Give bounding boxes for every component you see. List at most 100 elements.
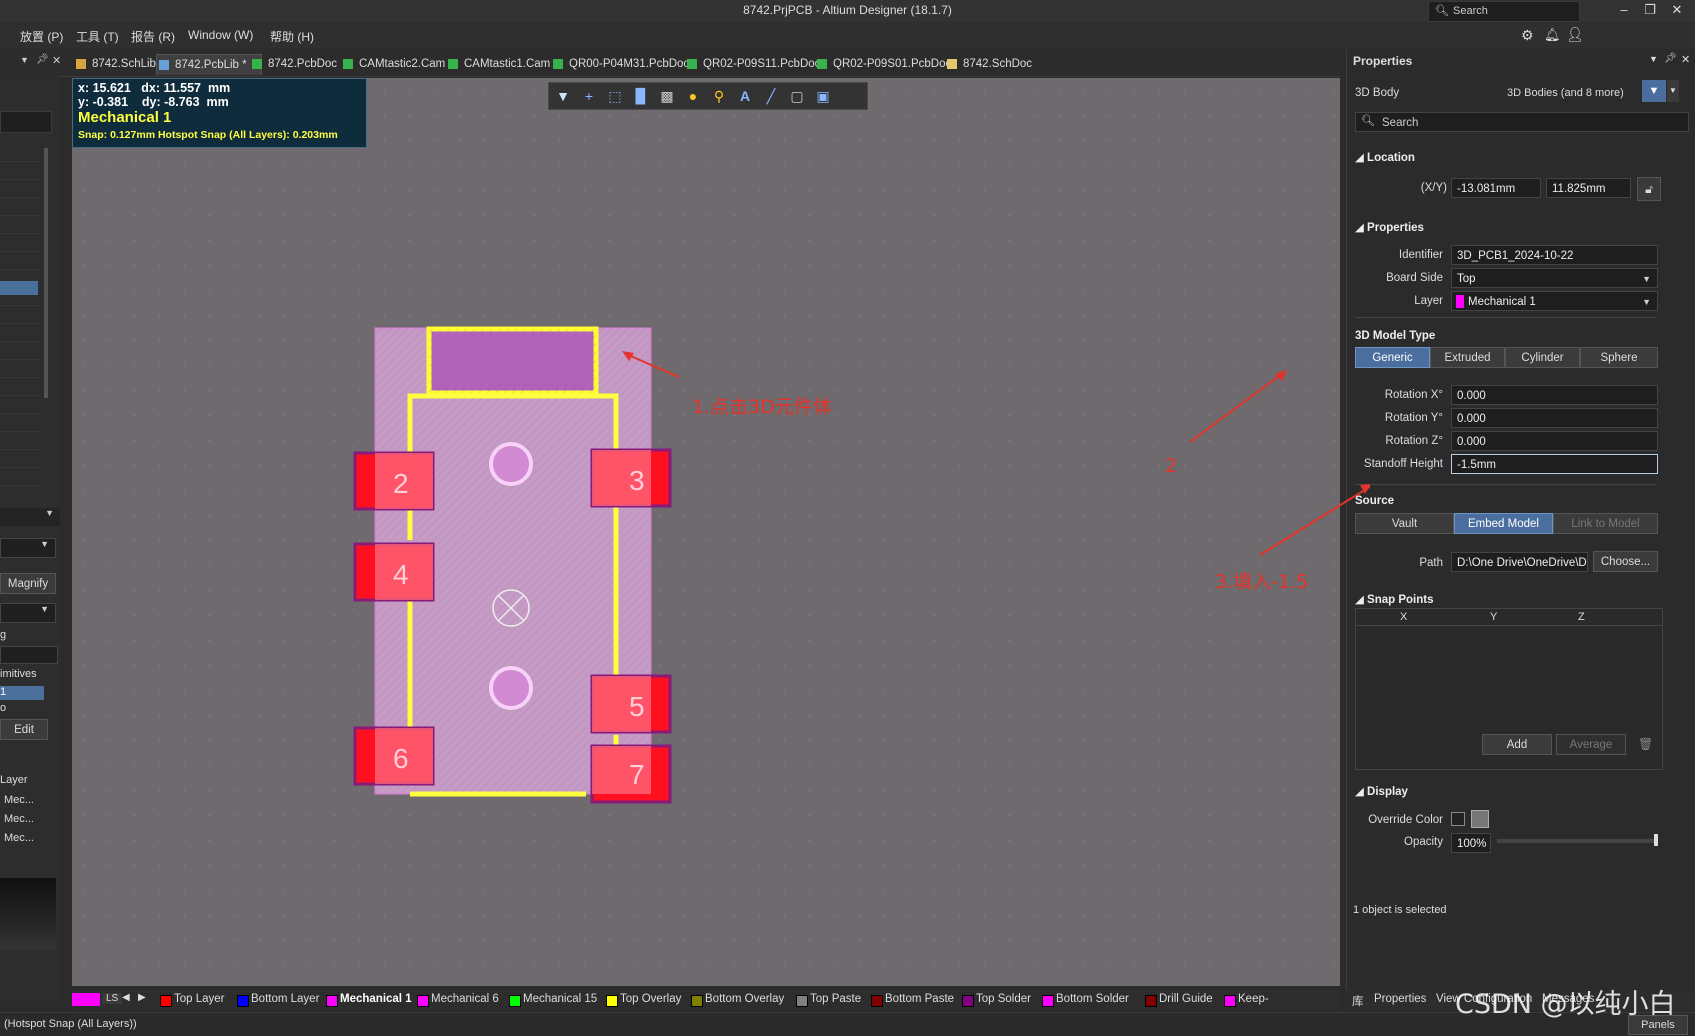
layer-tab-mechanical-6[interactable]: Mechanical 6 [415, 993, 499, 1007]
menu-window[interactable]: Window (W) [188, 28, 253, 42]
close-button[interactable]: ✕ [1664, 2, 1690, 20]
tab-pcbdoc[interactable]: 8742.PcbDoc [250, 54, 337, 74]
model-type-cylinder[interactable]: Cylinder [1505, 347, 1580, 368]
tab-schdoc[interactable]: 8742.SchDoc [945, 54, 1032, 74]
lock-icon[interactable]: 🔓︎ [1637, 177, 1661, 201]
override-color-checkbox[interactable] [1451, 812, 1465, 826]
model-type-sphere[interactable]: Sphere [1580, 347, 1658, 368]
location-header[interactable]: ◢ Location [1355, 150, 1415, 164]
primitive-value[interactable]: 1 [0, 686, 44, 700]
layer-tab-bottom-paste[interactable]: Bottom Paste [869, 993, 954, 1007]
magnify-button[interactable]: Magnify [0, 573, 56, 594]
properties-tab[interactable]: Properties [1374, 993, 1426, 1005]
layer-tab-mechanical-15[interactable]: Mechanical 15 [507, 993, 597, 1007]
library-tab[interactable]: 库 [1352, 993, 1364, 1009]
rotation-z-field[interactable]: 0.000 [1451, 431, 1658, 451]
tab-schlib[interactable]: 8742.SchLib [74, 54, 156, 74]
chevron-down-icon[interactable]: ▼ [1667, 80, 1679, 102]
source-link-to-model[interactable]: Link to Model [1553, 513, 1658, 534]
source-embed-model[interactable]: Embed Model [1454, 513, 1553, 534]
tab-pcblib[interactable]: 8742.PcbLib * [156, 54, 262, 75]
layer-row[interactable]: Mec... [4, 813, 34, 825]
filter-icon[interactable]: ▼ [553, 86, 573, 106]
pin-icon[interactable]: 📌︎ [36, 54, 49, 65]
rotation-x-field[interactable]: 0.000 [1451, 385, 1658, 405]
left-search-field[interactable] [0, 111, 52, 133]
opacity-field[interactable]: 100% [1451, 833, 1491, 853]
chevron-down-icon[interactable]: ▼ [20, 55, 29, 65]
layer-set-button[interactable]: LS [102, 993, 123, 1004]
component-icon[interactable]: ▩ [657, 86, 677, 106]
standoff-height-field[interactable]: -1.5mm [1451, 454, 1658, 474]
chevron-left-icon[interactable]: ◀ [122, 992, 130, 1003]
select-rect-icon[interactable]: ⬚ [605, 86, 625, 106]
location-x-field[interactable]: -13.081mm [1451, 178, 1541, 198]
layer-tab-drill-guide[interactable]: Drill Guide [1143, 993, 1213, 1007]
menu-reports[interactable]: 报告 (R) [131, 28, 175, 45]
choose-button[interactable]: Choose... [1593, 551, 1658, 572]
current-layer-swatch[interactable] [72, 993, 100, 1006]
pcb-canvas[interactable]: 2 3 4 5 6 7 1.点击3D元件体 [72, 78, 1340, 986]
override-color-swatch[interactable] [1471, 810, 1489, 828]
global-search-box[interactable]: 🔍︎ Search [1428, 1, 1580, 22]
layer-tab-bottom-overlay[interactable]: Bottom Overlay [689, 993, 784, 1007]
layer-tab-keep-out[interactable]: Keep- [1222, 993, 1269, 1007]
layer-tab-top-solder[interactable]: Top Solder [960, 993, 1031, 1007]
layer-tab-mechanical-1[interactable]: Mechanical 1 [324, 993, 412, 1007]
tab-qr00-p04m31[interactable]: QR00-P04M31.PcbDoc [551, 54, 689, 74]
chevron-right-icon[interactable]: ▶ [138, 992, 146, 1003]
left-dropdown-3[interactable]: ▼ [0, 603, 56, 623]
filter-icon[interactable]: ▼ [1642, 80, 1666, 102]
properties-header[interactable]: ◢ Properties [1355, 220, 1424, 234]
model-type-generic[interactable]: Generic [1355, 347, 1430, 368]
panel-search-input[interactable]: Search [1355, 112, 1689, 132]
trash-icon[interactable]: 🗑︎ [1638, 737, 1653, 751]
via-icon[interactable]: ⚲ [709, 86, 729, 106]
text-icon[interactable]: A [735, 86, 755, 106]
left-dropdown-1[interactable]: ▼ [0, 508, 60, 526]
board-side-select[interactable]: Top ▼ [1451, 268, 1658, 288]
minimize-button[interactable]: – [1611, 2, 1637, 20]
tab-camtastic1[interactable]: CAMtastic1.Cam [446, 54, 550, 74]
add-button[interactable]: Add [1482, 734, 1552, 755]
menu-place[interactable]: 放置 (P) [20, 28, 63, 45]
chevron-down-icon[interactable]: ▼ [1649, 54, 1658, 64]
mounting-hole[interactable] [489, 442, 533, 486]
left-list-selected[interactable] [0, 281, 38, 295]
menu-tools[interactable]: 工具 (T) [76, 28, 119, 45]
display-header[interactable]: ◢ Display [1355, 784, 1408, 798]
left-dropdown-2[interactable]: ▼ [0, 538, 56, 558]
mounting-hole[interactable] [489, 666, 533, 710]
bell-icon[interactable]: 🔔︎ [1544, 27, 1561, 43]
restore-button[interactable]: ❐ [1637, 2, 1663, 20]
edit-button[interactable]: Edit [0, 719, 48, 740]
layer-row[interactable]: Mec... [4, 794, 34, 806]
pad-icon[interactable]: ● [683, 86, 703, 106]
layer-tab-bottom-solder[interactable]: Bottom Solder [1040, 993, 1129, 1007]
scrollbar[interactable] [44, 148, 48, 398]
menu-help[interactable]: 帮助 (H) [270, 28, 314, 45]
rotation-y-field[interactable]: 0.000 [1451, 408, 1658, 428]
layer-select[interactable]: Mechanical 1 ▼ [1451, 291, 1658, 311]
user-icon[interactable]: 👤︎ [1566, 26, 1584, 43]
identifier-field[interactable]: 3D_PCB1_2024-10-22 [1451, 245, 1658, 265]
region-icon[interactable]: ▢ [787, 86, 807, 106]
layer-row[interactable]: Mec... [4, 832, 34, 844]
layer-tab-bottom-layer[interactable]: Bottom Layer [235, 993, 319, 1007]
opacity-slider-handle[interactable] [1654, 834, 1658, 846]
path-field[interactable]: D:\One Drive\OneDrive\Des [1451, 552, 1588, 572]
left-list[interactable] [0, 144, 40, 494]
average-button[interactable]: Average [1556, 734, 1626, 755]
tab-camtastic2[interactable]: CAMtastic2.Cam [341, 54, 445, 74]
left-field[interactable] [0, 646, 58, 664]
pin-icon[interactable]: 📌︎ [1664, 53, 1677, 64]
board-icon[interactable]: ▣ [813, 86, 833, 106]
align-icon[interactable]: ▉ [631, 86, 651, 106]
location-y-field[interactable]: 11.825mm [1546, 178, 1631, 198]
opacity-slider[interactable] [1497, 839, 1657, 843]
gear-icon[interactable]: ⚙ [1521, 27, 1534, 44]
layer-tab-top-layer[interactable]: Top Layer [158, 993, 225, 1007]
tab-qr02-p09s01[interactable]: QR02-P09S01.PcbDoc [815, 54, 951, 74]
add-icon[interactable]: + [579, 86, 599, 106]
model-type-extruded[interactable]: Extruded [1430, 347, 1505, 368]
